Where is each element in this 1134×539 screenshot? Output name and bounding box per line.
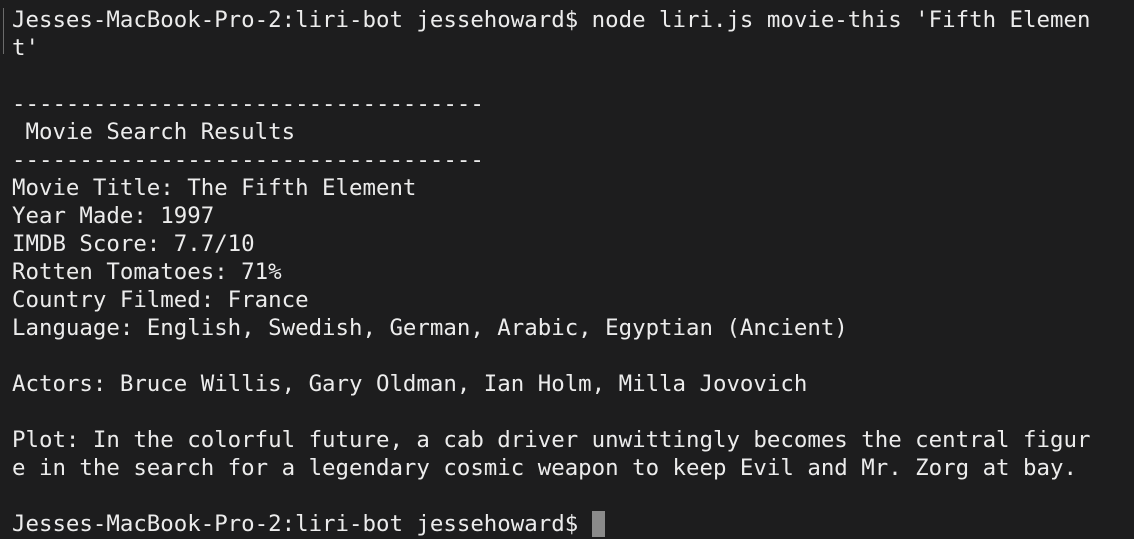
plot-line-1: Plot: In the colorful future, a cab driv…: [12, 427, 1091, 453]
year-made: Year Made: 1997: [12, 203, 215, 229]
plot-line-2: e in the search for a legendary cosmic w…: [12, 455, 1077, 481]
actors: Actors: Bruce Willis, Gary Oldman, Ian H…: [12, 371, 808, 397]
cursor-block: [592, 511, 606, 537]
scroll-marker: [3, 8, 4, 54]
separator-bottom: -----------------------------------: [12, 147, 484, 173]
terminal-window[interactable]: Jesses-MacBook-Pro-2:liri-bot jessehowar…: [0, 0, 1134, 539]
command-line-wrap: t': [12, 35, 39, 61]
country-filmed: Country Filmed: France: [12, 287, 309, 313]
rotten-tomatoes: Rotten Tomatoes: 71%: [12, 259, 282, 285]
separator-top: -----------------------------------: [12, 91, 484, 117]
imdb-score: IMDB Score: 7.7/10: [12, 231, 255, 257]
command-line: Jesses-MacBook-Pro-2:liri-bot jessehowar…: [12, 7, 1091, 33]
language: Language: English, Swedish, German, Arab…: [12, 315, 848, 341]
prompt-text: Jesses-MacBook-Pro-2:liri-bot jessehowar…: [12, 511, 579, 537]
movie-title: Movie Title: The Fifth Element: [12, 175, 417, 201]
prompt-line[interactable]: Jesses-MacBook-Pro-2:liri-bot jessehowar…: [12, 510, 1134, 538]
results-heading: Movie Search Results: [12, 119, 296, 145]
